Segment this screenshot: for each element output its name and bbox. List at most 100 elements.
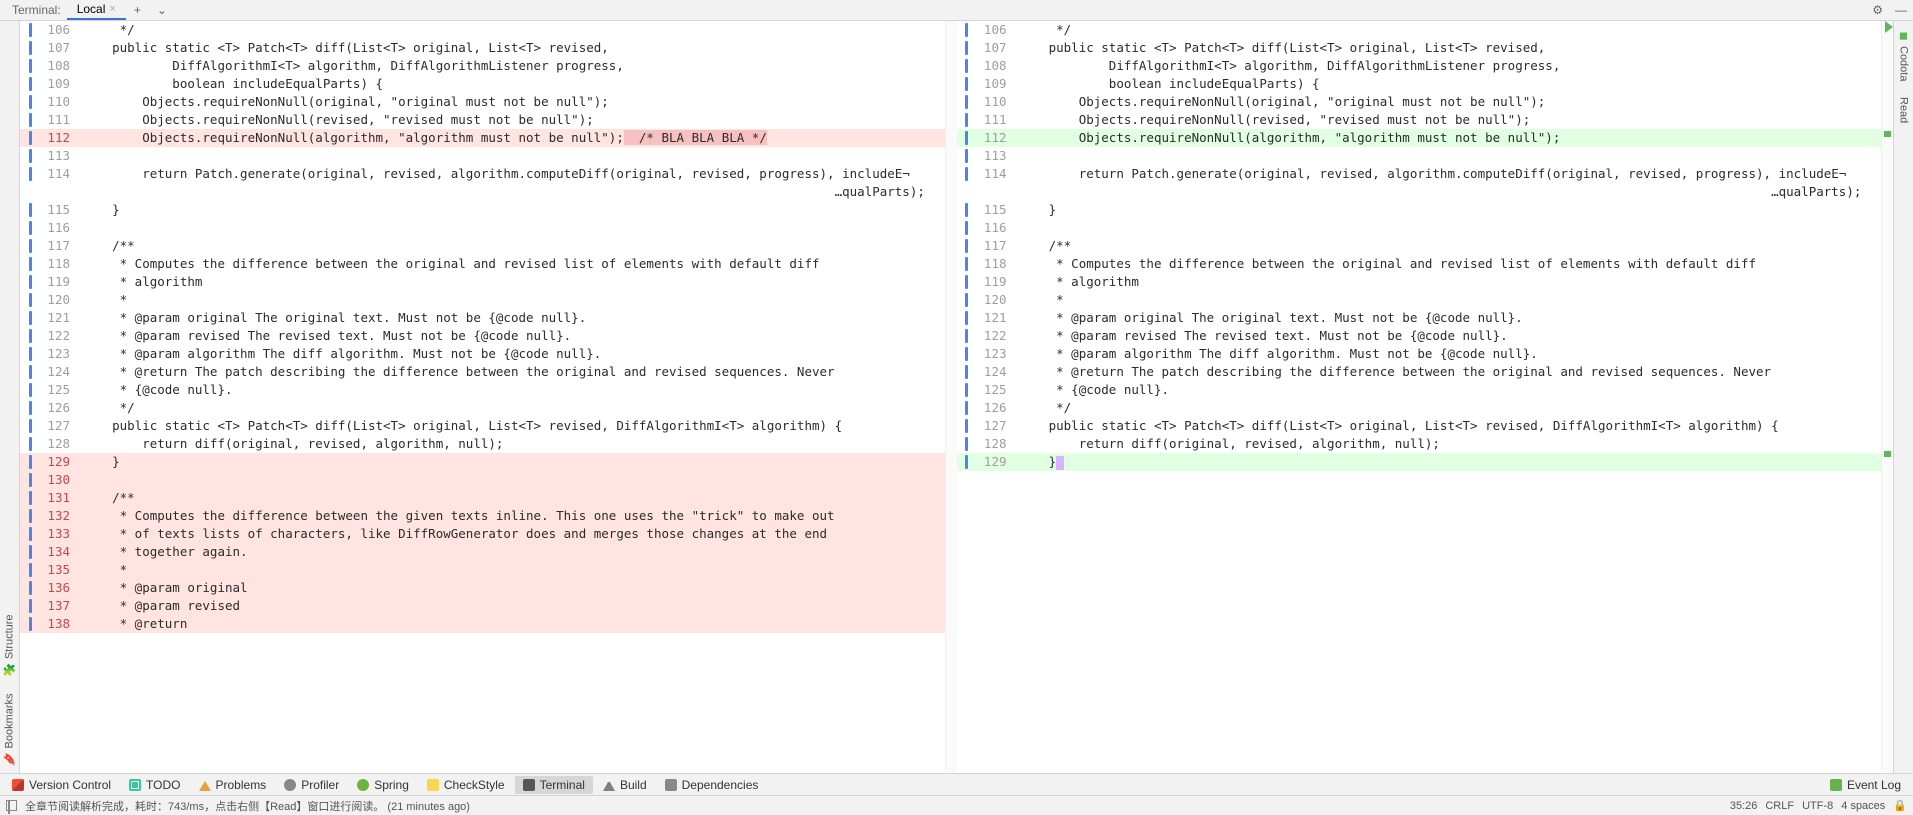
code-line[interactable]: 116	[20, 219, 945, 237]
code-line[interactable]: 108 DiffAlgorithmI<T> algorithm, DiffAlg…	[20, 57, 945, 75]
code-line[interactable]: 132 * Computes the difference between th…	[20, 507, 945, 525]
terminal-tab-local[interactable]: Local ×	[67, 0, 126, 20]
line-text: DiffAlgorithmI<T> algorithm, DiffAlgorit…	[78, 57, 945, 75]
code-line[interactable]: 117 /**	[20, 237, 945, 255]
code-line[interactable]: 120 *	[957, 291, 1882, 309]
code-line[interactable]: 115 }	[20, 201, 945, 219]
code-line[interactable]: 106 */	[20, 21, 945, 39]
code-line[interactable]: 123 * @param algorithm The diff algorith…	[20, 345, 945, 363]
code-line[interactable]: 124 * @return The patch describing the d…	[20, 363, 945, 381]
code-line[interactable]: 126 */	[20, 399, 945, 417]
code-line[interactable]: 118 * Computes the difference between th…	[957, 255, 1882, 273]
code-line[interactable]: 116	[957, 219, 1882, 237]
code-line[interactable]: 110 Objects.requireNonNull(original, "or…	[20, 93, 945, 111]
code-line[interactable]: 121 * @param original The original text.…	[957, 309, 1882, 327]
code-line[interactable]: 130	[20, 471, 945, 489]
run-marker-icon[interactable]	[1885, 21, 1893, 33]
code-line[interactable]: 109 boolean includeEqualParts) {	[957, 75, 1882, 93]
tool-dependencies[interactable]: Dependencies	[657, 776, 767, 794]
tool-bookmarks[interactable]: 🔖Bookmarks	[3, 689, 16, 769]
diff-pane-right[interactable]: 106 */107 public static <T> Patch<T> dif…	[957, 21, 1882, 773]
line-text: * @param original The original text. Mus…	[1015, 309, 1882, 327]
diff-marker[interactable]	[1884, 131, 1891, 137]
code-line[interactable]: 135 *	[20, 561, 945, 579]
diff-marker[interactable]	[1884, 451, 1891, 457]
status-indicator-icon[interactable]	[6, 800, 17, 811]
code-line[interactable]: 109 boolean includeEqualParts) {	[20, 75, 945, 93]
cursor-position[interactable]: 35:26	[1730, 800, 1758, 812]
gear-icon[interactable]: ⚙	[1866, 1, 1889, 19]
tab-add-button[interactable]: +	[126, 1, 149, 19]
line-text: }	[1015, 453, 1882, 471]
code-line[interactable]: 123 * @param algorithm The diff algorith…	[957, 345, 1882, 363]
code-line[interactable]: 111 Objects.requireNonNull(revised, "rev…	[20, 111, 945, 129]
line-number: 116	[977, 219, 1015, 237]
code-line[interactable]: 113	[957, 147, 1882, 165]
code-line[interactable]: 117 /**	[957, 237, 1882, 255]
code-line[interactable]: 133 * of texts lists of characters, like…	[20, 525, 945, 543]
gutter	[957, 363, 977, 381]
gutter	[20, 597, 40, 615]
code-line[interactable]: 129 }	[20, 453, 945, 471]
code-line[interactable]: 115 }	[957, 201, 1882, 219]
line-text: Objects.requireNonNull(original, "origin…	[78, 93, 945, 111]
tool-codota[interactable]: ◼Codota	[1897, 25, 1910, 85]
code-line[interactable]: 120 *	[20, 291, 945, 309]
code-line[interactable]: 111 Objects.requireNonNull(revised, "rev…	[957, 111, 1882, 129]
code-line[interactable]: 106 */	[957, 21, 1882, 39]
diff-pane-left[interactable]: 106 */107 public static <T> Patch<T> dif…	[20, 21, 945, 773]
code-line[interactable]: 122 * @param revised The revised text. M…	[957, 327, 1882, 345]
code-line[interactable]: 121 * @param original The original text.…	[20, 309, 945, 327]
code-line[interactable]: 107 public static <T> Patch<T> diff(List…	[957, 39, 1882, 57]
tool-event-log[interactable]: Event Log	[1822, 776, 1909, 794]
code-line[interactable]: 128 return diff(original, revised, algor…	[20, 435, 945, 453]
code-line[interactable]: …qualParts);	[957, 183, 1882, 201]
code-line[interactable]: 125 * {@code null}.	[20, 381, 945, 399]
tool-structure[interactable]: 🧩Structure	[3, 610, 16, 680]
tab-dropdown-button[interactable]: ⌄	[149, 1, 175, 19]
tab-label: Local	[77, 2, 106, 16]
code-line[interactable]: 138 * @return	[20, 615, 945, 633]
code-line[interactable]: 119 * algorithm	[957, 273, 1882, 291]
code-line[interactable]: 136 * @param original	[20, 579, 945, 597]
tool-todo[interactable]: TODO	[121, 776, 188, 794]
indent-setting[interactable]: 4 spaces	[1841, 800, 1885, 812]
code-line[interactable]: 125 * {@code null}.	[957, 381, 1882, 399]
code-line[interactable]: 113	[20, 147, 945, 165]
close-icon[interactable]: ×	[109, 3, 115, 15]
tool-terminal[interactable]: Terminal	[515, 776, 593, 794]
code-line[interactable]: 122 * @param revised The revised text. M…	[20, 327, 945, 345]
code-line[interactable]: 119 * algorithm	[20, 273, 945, 291]
minimize-icon[interactable]: —	[1889, 1, 1913, 19]
code-line[interactable]: 124 * @return The patch describing the d…	[957, 363, 1882, 381]
tool-build[interactable]: Build	[595, 776, 655, 794]
file-encoding[interactable]: UTF-8	[1802, 800, 1833, 812]
code-line[interactable]: 131 /**	[20, 489, 945, 507]
code-line[interactable]: 107 public static <T> Patch<T> diff(List…	[20, 39, 945, 57]
code-line[interactable]: 128 return diff(original, revised, algor…	[957, 435, 1882, 453]
tool-checkstyle[interactable]: CheckStyle	[419, 776, 513, 794]
code-line[interactable]: …qualParts);	[20, 183, 945, 201]
code-line[interactable]: 114 return Patch.generate(original, revi…	[20, 165, 945, 183]
code-line[interactable]: 110 Objects.requireNonNull(original, "or…	[957, 93, 1882, 111]
code-line[interactable]: 137 * @param revised	[20, 597, 945, 615]
tool-problems[interactable]: Problems	[191, 776, 275, 794]
code-line[interactable]: 126 */	[957, 399, 1882, 417]
code-line[interactable]: 112 Objects.requireNonNull(algorithm, "a…	[957, 129, 1882, 147]
code-line[interactable]: 127 public static <T> Patch<T> diff(List…	[957, 417, 1882, 435]
code-line[interactable]: 129 }	[957, 453, 1882, 471]
tool-read[interactable]: Read	[1898, 93, 1910, 127]
code-line[interactable]: 127 public static <T> Patch<T> diff(List…	[20, 417, 945, 435]
error-stripe-left[interactable]	[945, 21, 957, 773]
tool-spring[interactable]: Spring	[349, 776, 417, 794]
code-line[interactable]: 114 return Patch.generate(original, revi…	[957, 165, 1882, 183]
error-stripe-right[interactable]	[1881, 21, 1893, 773]
code-line[interactable]: 118 * Computes the difference between th…	[20, 255, 945, 273]
tool-profiler[interactable]: Profiler	[276, 776, 347, 794]
tool-version-control[interactable]: Version Control	[4, 776, 119, 794]
line-separator[interactable]: CRLF	[1765, 800, 1794, 812]
lock-icon[interactable]: 🔒	[1893, 799, 1907, 812]
code-line[interactable]: 112 Objects.requireNonNull(algorithm, "a…	[20, 129, 945, 147]
code-line[interactable]: 134 * together again.	[20, 543, 945, 561]
code-line[interactable]: 108 DiffAlgorithmI<T> algorithm, DiffAlg…	[957, 57, 1882, 75]
